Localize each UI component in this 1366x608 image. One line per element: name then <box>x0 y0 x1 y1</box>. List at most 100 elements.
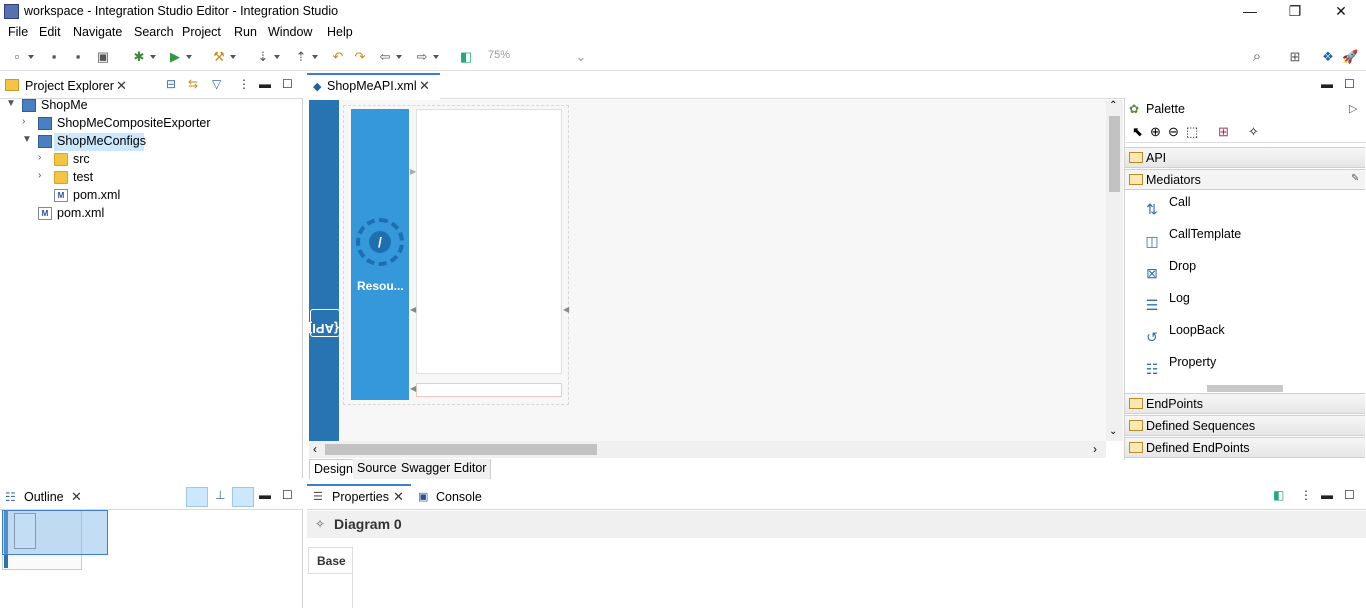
palette-item-call[interactable]: ⇅ Call <box>1140 195 1340 223</box>
menu-file[interactable]: File <box>8 25 28 39</box>
chevron-right-icon[interactable]: › <box>22 116 25 127</box>
overview-icon[interactable] <box>232 487 254 507</box>
connection-icon[interactable]: ⊞ <box>1218 124 1229 140</box>
maximize-view-icon[interactable]: ☐ <box>1344 77 1355 91</box>
outline-tab[interactable]: Outline <box>24 490 64 504</box>
select-tool-icon[interactable]: ⬉ <box>1132 124 1143 140</box>
outline-panel: ☷ Outline ✕ ⊥ ▬ ☐ <box>0 484 303 608</box>
forward-edit-icon[interactable]: ↷ <box>352 49 368 65</box>
menu-navigate[interactable]: Navigate <box>73 25 122 39</box>
scroll-down-icon[interactable]: ⌄ <box>1109 426 1117 437</box>
zoom-value[interactable]: 75% <box>488 49 510 61</box>
tab-swagger-editor[interactable]: Swagger Editor <box>397 459 492 479</box>
palette-group-endpoints[interactable]: EndPoints <box>1125 393 1365 414</box>
search-icon[interactable]: ⌕ <box>1249 49 1265 65</box>
external-tools-icon[interactable]: ⚒ <box>211 49 236 65</box>
project-explorer-tab[interactable]: Project Explorer <box>25 79 114 93</box>
tab-source[interactable]: Source <box>353 459 402 479</box>
filter-icon[interactable]: ▽ <box>212 77 221 91</box>
horizontal-scrollbar[interactable]: ‹ › <box>309 441 1106 458</box>
minimize-button[interactable]: — <box>1227 0 1273 23</box>
link-editor-icon[interactable]: ⇆ <box>188 77 198 91</box>
chevron-right-icon[interactable]: › <box>38 170 41 181</box>
close-icon[interactable]: ✕ <box>419 78 430 94</box>
next-annotation-icon[interactable]: ⇣ <box>255 49 280 65</box>
palette-item-drop[interactable]: ⊠ Drop <box>1140 259 1340 287</box>
zoom-dropdown-icon[interactable]: ⌄ <box>573 49 589 65</box>
chevron-right-icon[interactable]: › <box>38 152 41 163</box>
pin-icon[interactable]: ✎ <box>1351 173 1359 184</box>
menu-edit[interactable]: Edit <box>39 25 61 39</box>
maximize-view-icon[interactable]: ☐ <box>1344 488 1355 502</box>
palette-group-mediators[interactable]: Mediators ✎ <box>1125 169 1365 190</box>
debug-icon[interactable]: ✱ <box>131 49 156 65</box>
palette-item-property[interactable]: ☷ Property <box>1140 355 1340 383</box>
view-menu-icon[interactable]: ⋮ <box>238 77 250 91</box>
tab-design[interactable]: Design <box>309 459 358 479</box>
palette-item-loopback[interactable]: ↺ LoopBack <box>1140 323 1340 351</box>
chevron-down-icon[interactable]: ▼ <box>22 134 32 145</box>
minimize-view-icon[interactable]: ▬ <box>259 77 271 91</box>
palette-scroll-thumb[interactable] <box>1207 385 1283 392</box>
menu-window[interactable]: Window <box>268 25 312 39</box>
last-edit-icon[interactable]: ↶ <box>330 49 346 65</box>
back-icon[interactable]: ⇦ <box>377 49 402 65</box>
menu-project[interactable]: Project <box>182 25 221 39</box>
minimize-view-icon[interactable]: ▬ <box>259 488 271 502</box>
restore-button[interactable]: ❐ <box>1272 0 1318 23</box>
scroll-left-icon[interactable]: ‹ <box>313 442 317 456</box>
palette-collapse-icon[interactable]: ▷ <box>1349 102 1357 115</box>
scrollbar-thumb[interactable] <box>325 444 597 455</box>
collapse-all-icon[interactable]: ⊟ <box>166 77 176 91</box>
scrollbar-thumb[interactable] <box>1109 116 1120 192</box>
zoom-out-icon[interactable]: ⊖ <box>1168 124 1179 140</box>
save-icon[interactable]: ▪ <box>46 49 62 65</box>
close-icon[interactable]: ✕ <box>393 489 404 505</box>
rocket-icon[interactable]: 🚀 <box>1342 49 1358 65</box>
editor-tab-title[interactable]: ShopMeAPI.xml <box>327 79 417 93</box>
maximize-view-icon[interactable]: ☐ <box>282 488 293 502</box>
tree-view-icon[interactable]: ⊥ <box>215 488 225 502</box>
menu-help[interactable]: Help <box>327 25 353 39</box>
save-all-icon[interactable]: ▪ <box>70 49 86 65</box>
archive-icon[interactable]: ▣ <box>95 49 111 65</box>
sort-icon[interactable] <box>186 487 208 507</box>
open-perspective-icon[interactable]: ⊞ <box>1287 49 1303 65</box>
minimize-view-icon[interactable]: ▬ <box>1321 488 1333 502</box>
view-menu-icon[interactable]: ⋮ <box>1300 488 1312 502</box>
palette-group-api[interactable]: API <box>1125 147 1365 168</box>
palette-item-calltemplate[interactable]: ◫ CallTemplate <box>1140 227 1340 255</box>
pin-view-icon[interactable]: ◧ <box>1273 488 1284 502</box>
prev-annotation-icon[interactable]: ⇡ <box>293 49 318 65</box>
new-icon[interactable]: ▫ <box>9 49 34 65</box>
maximize-view-icon[interactable]: ☐ <box>282 77 293 91</box>
vertical-scrollbar[interactable]: ⌃ ⌄ <box>1106 100 1123 441</box>
zoom-in-icon[interactable]: ⊕ <box>1150 124 1161 140</box>
design-canvas[interactable]: {API} / Resou... ▶ ◀ ◀ ◀ <box>307 100 1108 441</box>
pin-tool-icon[interactable]: ✧ <box>1248 124 1259 140</box>
outline-viewport[interactable] <box>2 510 108 555</box>
integration-perspective-icon[interactable]: ❖ <box>1320 49 1336 65</box>
run-icon[interactable]: ▶ <box>167 49 192 65</box>
menu-search[interactable]: Search <box>134 25 174 39</box>
minimize-view-icon[interactable]: ▬ <box>1321 77 1333 91</box>
chevron-down-icon[interactable]: ▼ <box>6 98 16 109</box>
palette-group-defined-endpoints[interactable]: Defined EndPoints <box>1125 437 1365 458</box>
marquee-icon[interactable]: ⬚ <box>1186 124 1198 140</box>
fault-sequence-box[interactable] <box>416 383 562 397</box>
menu-run[interactable]: Run <box>234 25 257 39</box>
close-icon[interactable]: ✕ <box>116 78 127 94</box>
in-sequence-box[interactable] <box>416 109 562 374</box>
close-button[interactable]: ✕ <box>1318 0 1364 23</box>
close-icon[interactable]: ✕ <box>71 489 82 505</box>
palette-item-label: Drop <box>1169 259 1197 273</box>
scroll-up-icon[interactable]: ⌃ <box>1109 100 1117 111</box>
console-tab[interactable]: Console <box>436 490 482 504</box>
forward-icon[interactable]: ⇨ <box>414 49 439 65</box>
palette-item-log[interactable]: ☰ Log <box>1140 291 1340 319</box>
palette-group-defined-sequences[interactable]: Defined Sequences <box>1125 415 1365 436</box>
properties-tab[interactable]: Properties <box>332 490 389 504</box>
pin-editor-icon[interactable]: ◧ <box>458 49 474 65</box>
tab-base[interactable]: Base <box>308 547 353 574</box>
scroll-right-icon[interactable]: › <box>1093 442 1097 456</box>
